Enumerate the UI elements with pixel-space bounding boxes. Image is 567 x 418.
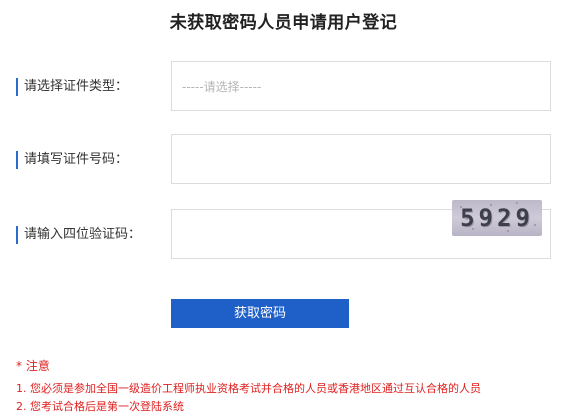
cert-type-label: 请选择证件类型： — [16, 78, 128, 96]
cert-number-label: 请填写证件号码： — [16, 151, 128, 169]
get-password-button[interactable]: 获取密码 — [171, 299, 349, 328]
notice-item-2: 2. 您考试合格后是第一次登陆系统 — [16, 400, 184, 413]
captcha-code: 5929 — [460, 204, 534, 232]
page-title: 未获取密码人员申请用户登记 — [169, 13, 398, 33]
cert-type-select[interactable]: -----请选择----- — [171, 61, 551, 111]
captcha-label: 请输入四位验证码： — [16, 226, 141, 244]
cert-number-input[interactable] — [172, 135, 550, 183]
cert-type-placeholder: -----请选择----- — [182, 80, 262, 94]
notice-item-1: 1. 您必须是参加全国一级造价工程师执业资格考试并合格的人员或香港地区通过互认合… — [16, 382, 481, 395]
notice-title: * 注意 — [16, 359, 50, 373]
captcha-image[interactable]: 5929 — [452, 200, 542, 236]
cert-number-field[interactable] — [171, 134, 551, 184]
